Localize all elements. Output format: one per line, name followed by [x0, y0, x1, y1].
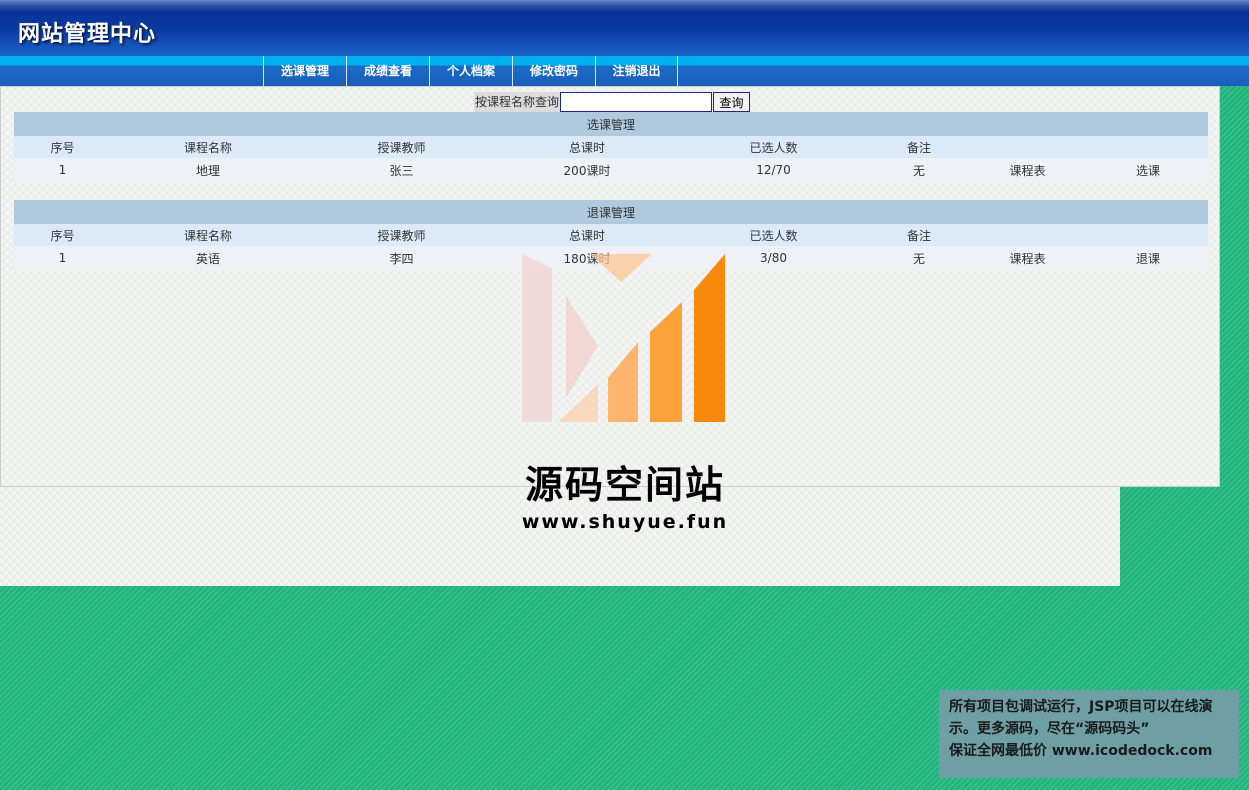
course-drop-table: 退课管理 序号 课程名称 授课教师 总课时 已选人数 备注 1 英语 李四 18… — [14, 200, 1208, 270]
column-header: 序号 — [14, 224, 111, 246]
column-header: 课程名称 — [111, 136, 305, 158]
schedule-link[interactable]: 课程表 — [967, 246, 1088, 270]
column-header — [1088, 136, 1208, 158]
cell-enrolled: 3/80 — [676, 246, 871, 270]
nav-bar: 选课管理 成绩查看 个人档案 修改密码 注销退出 — [0, 56, 1249, 86]
site-title: 网站管理中心 — [18, 22, 157, 47]
column-header: 课程名称 — [111, 224, 305, 246]
cell-course-name: 地理 — [111, 158, 305, 182]
search-label: 按课程名称查询 — [474, 92, 561, 112]
nav-item-logout[interactable]: 注销退出 — [595, 56, 678, 86]
search-bar: 按课程名称查询 查询 — [474, 91, 751, 113]
course-selection-table: 选课管理 序号 课程名称 授课教师 总课时 已选人数 备注 1 地理 张三 20… — [14, 112, 1208, 182]
column-header — [967, 136, 1088, 158]
column-header: 备注 — [871, 136, 967, 158]
table-caption-row: 选课管理 — [14, 112, 1208, 136]
table-caption-row: 退课管理 — [14, 200, 1208, 224]
table-row: 1 英语 李四 180课时 3/80 无 课程表 退课 — [14, 246, 1208, 270]
column-header: 序号 — [14, 136, 111, 158]
cell-index: 1 — [14, 246, 111, 270]
promo-notice: 所有项目包调试运行，JSP项目可以在线演 示。更多源码，尽在“源码码头” 保证全… — [939, 690, 1239, 778]
column-header — [1088, 224, 1208, 246]
table-row: 1 地理 张三 200课时 12/70 无 课程表 选课 — [14, 158, 1208, 182]
column-header: 备注 — [871, 224, 967, 246]
cell-total-hours: 180课时 — [498, 246, 676, 270]
column-header: 总课时 — [498, 224, 676, 246]
column-header: 授课教师 — [305, 224, 498, 246]
nav-item-change-password[interactable]: 修改密码 — [512, 56, 595, 86]
nav-menu: 选课管理 成绩查看 个人档案 修改密码 注销退出 — [263, 56, 678, 86]
cell-teacher: 张三 — [305, 158, 498, 182]
header-bar: 网站管理中心 — [0, 0, 1249, 56]
drop-course-link[interactable]: 退课 — [1088, 246, 1208, 270]
content-panel: 按课程名称查询 查询 选课管理 序号 课程名称 授课教师 总课时 已选人数 备注… — [0, 86, 1220, 487]
promo-line: 示。更多源码，尽在“源码码头” — [949, 721, 1150, 737]
table-caption: 选课管理 — [14, 112, 1208, 136]
nav-item-grades[interactable]: 成绩查看 — [346, 56, 429, 86]
nav-item-course-selection[interactable]: 选课管理 — [263, 56, 346, 86]
cell-teacher: 李四 — [305, 246, 498, 270]
promo-line: 保证全网最低价 www.icodedock.com — [949, 743, 1213, 759]
schedule-link[interactable]: 课程表 — [967, 158, 1088, 182]
column-header: 授课教师 — [305, 136, 498, 158]
column-header: 总课时 — [498, 136, 676, 158]
cell-total-hours: 200课时 — [498, 158, 676, 182]
column-header — [967, 224, 1088, 246]
search-button[interactable]: 查询 — [713, 92, 751, 112]
table-caption: 退课管理 — [14, 200, 1208, 224]
column-header: 已选人数 — [676, 136, 871, 158]
cell-course-name: 英语 — [111, 246, 305, 270]
column-header: 已选人数 — [676, 224, 871, 246]
lower-background-panel — [0, 487, 1120, 586]
promo-line: 所有项目包调试运行，JSP项目可以在线演 — [949, 699, 1213, 715]
select-course-link[interactable]: 选课 — [1088, 158, 1208, 182]
table-header-row: 序号 课程名称 授课教师 总课时 已选人数 备注 — [14, 224, 1208, 246]
cell-index: 1 — [14, 158, 111, 182]
table-header-row: 序号 课程名称 授课教师 总课时 已选人数 备注 — [14, 136, 1208, 158]
search-input[interactable] — [560, 92, 713, 112]
cell-remark: 无 — [871, 246, 967, 270]
nav-item-profile[interactable]: 个人档案 — [429, 56, 512, 86]
cell-enrolled: 12/70 — [676, 158, 871, 182]
cell-remark: 无 — [871, 158, 967, 182]
